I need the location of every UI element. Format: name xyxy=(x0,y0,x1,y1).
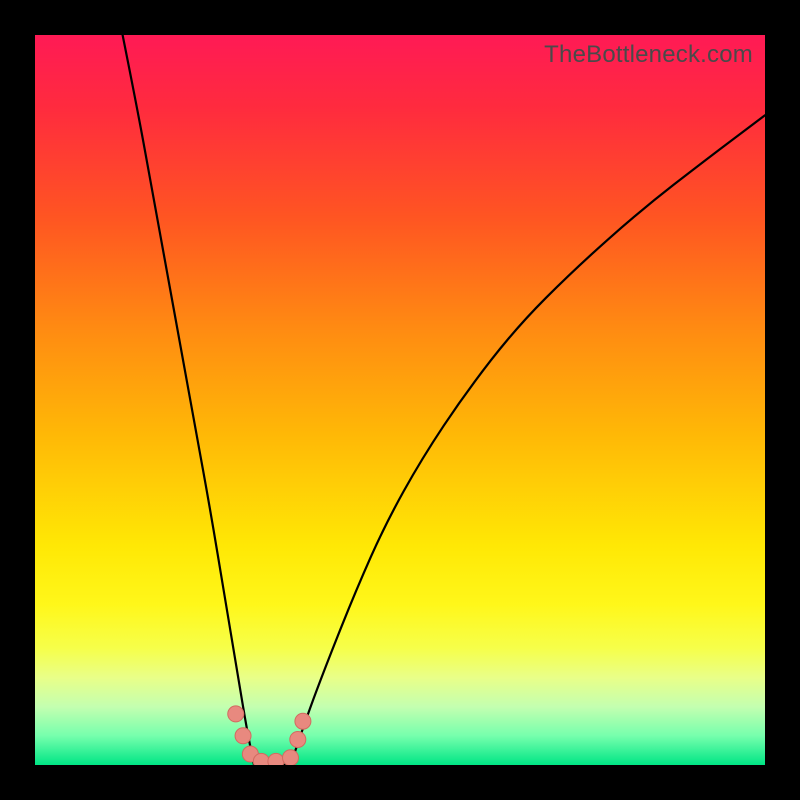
chart-frame: TheBottleneck.com xyxy=(0,0,800,800)
plot-area: TheBottleneck.com xyxy=(35,35,765,765)
watermark-text: TheBottleneck.com xyxy=(544,41,753,69)
bottleneck-curve xyxy=(35,35,765,765)
data-marker xyxy=(235,728,251,744)
data-marker xyxy=(283,750,299,765)
data-marker xyxy=(228,706,244,722)
data-marker xyxy=(295,713,311,729)
data-marker xyxy=(290,731,306,747)
data-marker xyxy=(268,753,284,765)
data-marker xyxy=(253,753,269,765)
